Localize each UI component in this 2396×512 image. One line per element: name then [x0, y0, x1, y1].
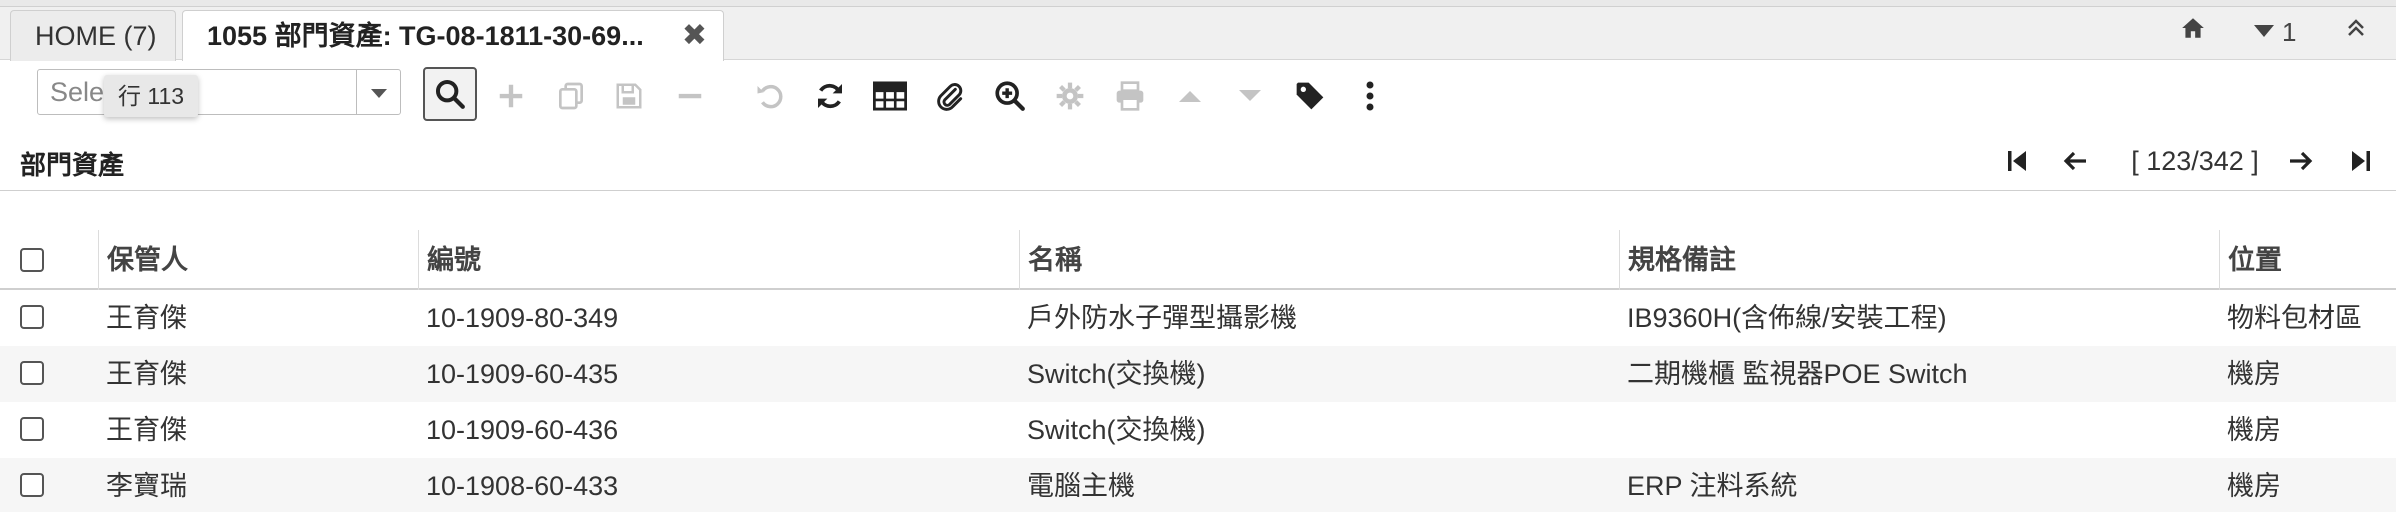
cell-location: 物料包材區 — [2227, 303, 2362, 333]
search-icon — [435, 79, 465, 109]
cell-custodian: 王育傑 — [106, 415, 187, 445]
refresh-icon — [818, 83, 842, 109]
select-all-checkbox[interactable] — [20, 248, 44, 272]
grid-header: 保管人 編號 名稱 規格備註 位置 — [0, 230, 2396, 290]
tab-label: 1055 部門資產: TG-08-1811-30-69... — [207, 21, 644, 51]
tab-department-asset[interactable]: 1055 部門資產: TG-08-1811-30-69... ✖ — [182, 10, 724, 61]
cell-name: Switch(交換機) — [1027, 359, 1206, 389]
cell-number: 10-1909-60-435 — [426, 359, 619, 389]
more-vertical-icon — [1366, 81, 1374, 111]
cell-name: 電腦主機 — [1027, 471, 1135, 501]
paperclip-icon — [937, 83, 963, 111]
column-header-location[interactable]: 位置 — [2219, 230, 2396, 290]
cell-location: 機房 — [2227, 359, 2281, 389]
undo-icon — [757, 84, 783, 109]
cell-number: 10-1909-60-436 — [426, 415, 619, 445]
arrow-down-icon — [1239, 90, 1261, 101]
tab-home[interactable]: HOME (7) — [10, 10, 176, 61]
cell-custodian: 李寶瑞 — [106, 471, 187, 501]
row-checkbox[interactable] — [20, 361, 44, 385]
cell-custodian: 王育傑 — [106, 303, 187, 333]
query-select[interactable]: Selec y — [37, 69, 401, 115]
cell-location: 機房 — [2227, 415, 2281, 445]
print-icon — [1116, 81, 1144, 111]
tag-button[interactable] — [1283, 69, 1337, 123]
copy-icon — [559, 82, 583, 110]
previous-page-button[interactable] — [2058, 141, 2092, 181]
column-header-spec-notes[interactable]: 規格備註 — [1619, 230, 2219, 290]
cell-number: 10-1908-60-433 — [426, 471, 619, 501]
column-header-custodian[interactable]: 保管人 — [98, 230, 418, 290]
row-checkbox[interactable] — [20, 473, 44, 497]
table-row[interactable]: 王育傑 10-1909-60-435 Switch(交換機) 二期機櫃 監視器P… — [0, 346, 2396, 402]
skip-last-icon — [2352, 151, 2370, 171]
attachment-button[interactable] — [923, 69, 977, 123]
zoom-across-button[interactable] — [983, 69, 1037, 123]
last-record-button[interactable] — [2346, 141, 2376, 181]
table-row[interactable]: 王育傑 10-1909-60-436 Switch(交換機) 機房 — [0, 402, 2396, 458]
gear-icon — [1056, 82, 1084, 110]
caret-down-icon — [2254, 25, 2274, 37]
next-page-button[interactable] — [2284, 141, 2318, 181]
table-row[interactable]: 王育傑 10-1909-80-349 戶外防水子彈型攝影機 IB9360H(含佈… — [0, 290, 2396, 346]
save-icon — [616, 83, 642, 109]
plus-icon — [499, 84, 523, 108]
record-indicator: [ 123/342 ] — [2120, 141, 2270, 181]
home-icon[interactable] — [2180, 12, 2206, 52]
row-checkbox[interactable] — [20, 417, 44, 441]
table-icon — [873, 81, 907, 111]
asset-grid: 保管人 編號 名稱 規格備註 位置 王育傑 10-1909-80-349 戶外防… — [0, 230, 2396, 512]
cell-number: 10-1909-80-349 — [426, 303, 619, 333]
save-button[interactable] — [602, 69, 656, 123]
column-header-name[interactable]: 名稱 — [1019, 230, 1619, 290]
delete-button[interactable] — [663, 69, 717, 123]
cell-name: Switch(交換機) — [1027, 415, 1206, 445]
record-counter: [ 123/342 ] — [2131, 146, 2259, 176]
more-options-button[interactable] — [1343, 69, 1397, 123]
cell-location: 機房 — [2227, 471, 2281, 501]
cell-spec-notes: 二期機櫃 監視器POE Switch — [1627, 359, 1968, 389]
cell-name: 戶外防水子彈型攝影機 — [1027, 303, 1297, 333]
next-record-button[interactable] — [1223, 69, 1277, 123]
cell-spec-notes — [1619, 402, 2219, 458]
window-counter: 1 — [2282, 17, 2297, 47]
chevron-down-icon[interactable] — [356, 70, 400, 114]
first-record-button[interactable] — [2002, 141, 2032, 181]
toolbar: Selec y 行 113 — [0, 61, 2396, 131]
minus-icon — [678, 93, 702, 99]
copy-record-button[interactable] — [544, 69, 598, 123]
arrow-up-icon — [1179, 91, 1201, 102]
search-button[interactable] — [423, 67, 477, 121]
cell-spec-notes: ERP 注料系統 — [1627, 471, 1798, 501]
cell-custodian: 王育傑 — [106, 359, 187, 389]
grid-toggle-button[interactable] — [863, 69, 917, 123]
window-counter-dropdown[interactable]: 1 — [2254, 12, 2296, 52]
row-tooltip: 行 113 — [104, 75, 199, 117]
cell-spec-notes: IB9360H(含佈線/安裝工程) — [1627, 303, 1947, 333]
double-chevron-up-icon[interactable] — [2346, 12, 2366, 52]
undo-button[interactable] — [743, 69, 797, 123]
print-button[interactable] — [1103, 69, 1157, 123]
page-title: 部門資產 — [20, 150, 125, 180]
new-record-button[interactable] — [484, 69, 538, 123]
process-button[interactable] — [1043, 69, 1097, 123]
tag-icon — [1296, 82, 1324, 110]
close-icon[interactable]: ✖ — [682, 11, 707, 61]
arrow-left-icon — [2063, 151, 2086, 171]
zoom-in-icon — [995, 81, 1025, 111]
refresh-button[interactable] — [803, 69, 857, 123]
previous-record-button[interactable] — [1163, 69, 1217, 123]
skip-first-icon — [2008, 151, 2026, 171]
arrow-right-icon — [2290, 151, 2313, 171]
detail-header: 部門資產 [ 123/342 ] — [0, 131, 2396, 191]
table-row[interactable]: 李寶瑞 10-1908-60-433 電腦主機 ERP 注料系統 機房 — [0, 458, 2396, 512]
column-header-number[interactable]: 編號 — [418, 230, 1019, 290]
tab-bar: HOME (7) 1055 部門資產: TG-08-1811-30-69... … — [0, 0, 2396, 61]
row-checkbox[interactable] — [20, 305, 44, 329]
